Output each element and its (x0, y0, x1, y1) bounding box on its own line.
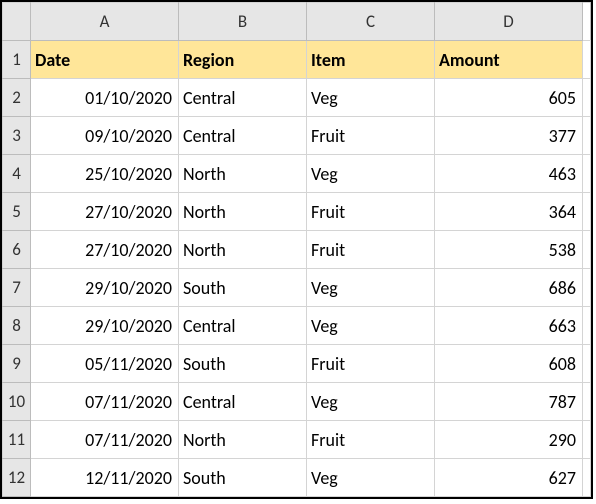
cell-item[interactable]: Veg (307, 155, 435, 193)
cell-amount[interactable]: 290 (435, 421, 583, 459)
cell-item[interactable]: Fruit (307, 193, 435, 231)
cell-amount[interactable]: 538 (435, 231, 583, 269)
table-row: 7 29/10/2020 South Veg 686 (3, 269, 591, 307)
table-row: 12 12/11/2020 South Veg 627 (3, 459, 591, 497)
header-cell-region[interactable]: Region (179, 41, 307, 79)
row-header[interactable]: 6 (3, 231, 31, 269)
cell-amount[interactable]: 686 (435, 269, 583, 307)
table-row: 6 27/10/2020 North Fruit 538 (3, 231, 591, 269)
row-header[interactable]: 7 (3, 269, 31, 307)
cell-date[interactable]: 05/11/2020 (31, 345, 179, 383)
cell-region[interactable]: Central (179, 79, 307, 117)
cell-edge (583, 459, 591, 497)
cell-region[interactable]: North (179, 421, 307, 459)
cell-date[interactable]: 27/10/2020 (31, 193, 179, 231)
cell-edge (583, 383, 591, 421)
cell-date[interactable]: 27/10/2020 (31, 231, 179, 269)
cell-edge (583, 79, 591, 117)
table-row: 8 29/10/2020 Central Veg 663 (3, 307, 591, 345)
cell-edge (583, 41, 591, 79)
cell-amount[interactable]: 663 (435, 307, 583, 345)
header-cell-date[interactable]: Date (31, 41, 179, 79)
cell-region[interactable]: South (179, 269, 307, 307)
column-header-b[interactable]: B (179, 3, 307, 41)
cell-date[interactable]: 09/10/2020 (31, 117, 179, 155)
cell-region[interactable]: North (179, 193, 307, 231)
cell-amount[interactable]: 787 (435, 383, 583, 421)
cell-item[interactable]: Veg (307, 459, 435, 497)
table-row: 10 07/11/2020 Central Veg 787 (3, 383, 591, 421)
cell-edge (583, 155, 591, 193)
table-row: 9 05/11/2020 South Fruit 608 (3, 345, 591, 383)
row-header[interactable]: 4 (3, 155, 31, 193)
header-cell-item[interactable]: Item (307, 41, 435, 79)
row-header[interactable]: 11 (3, 421, 31, 459)
column-edge (583, 3, 591, 41)
cell-edge (583, 117, 591, 155)
cell-edge (583, 421, 591, 459)
row-header[interactable]: 8 (3, 307, 31, 345)
cell-edge (583, 269, 591, 307)
cell-region[interactable]: North (179, 155, 307, 193)
cell-edge (583, 193, 591, 231)
cell-item[interactable]: Veg (307, 79, 435, 117)
table-row: 11 07/11/2020 North Fruit 290 (3, 421, 591, 459)
column-header-d[interactable]: D (435, 3, 583, 41)
table-row: 3 09/10/2020 Central Fruit 377 (3, 117, 591, 155)
cell-item[interactable]: Fruit (307, 345, 435, 383)
cell-region[interactable]: Central (179, 117, 307, 155)
cell-item[interactable]: Veg (307, 307, 435, 345)
cell-item[interactable]: Fruit (307, 421, 435, 459)
cell-region[interactable]: South (179, 459, 307, 497)
column-header-a[interactable]: A (31, 3, 179, 41)
cell-edge (583, 231, 591, 269)
cell-date[interactable]: 29/10/2020 (31, 269, 179, 307)
cell-region[interactable]: South (179, 345, 307, 383)
cell-edge (583, 307, 591, 345)
cell-region[interactable]: Central (179, 307, 307, 345)
cell-amount[interactable]: 377 (435, 117, 583, 155)
row-header[interactable]: 12 (3, 459, 31, 497)
select-all-corner[interactable] (3, 3, 31, 41)
table-row: 1 Date Region Item Amount (3, 41, 591, 79)
cell-item[interactable]: Veg (307, 383, 435, 421)
row-header[interactable]: 3 (3, 117, 31, 155)
row-header[interactable]: 10 (3, 383, 31, 421)
row-header[interactable]: 2 (3, 79, 31, 117)
cell-date[interactable]: 29/10/2020 (31, 307, 179, 345)
cell-amount[interactable]: 605 (435, 79, 583, 117)
spreadsheet-grid[interactable]: A B C D 1 Date Region Item Amount 2 01/1… (0, 0, 593, 499)
cell-date[interactable]: 07/11/2020 (31, 421, 179, 459)
cell-edge (583, 345, 591, 383)
cell-item[interactable]: Veg (307, 269, 435, 307)
table-row: 5 27/10/2020 North Fruit 364 (3, 193, 591, 231)
row-header[interactable]: 9 (3, 345, 31, 383)
row-header[interactable]: 1 (3, 41, 31, 79)
cell-item[interactable]: Fruit (307, 117, 435, 155)
cell-region[interactable]: North (179, 231, 307, 269)
column-header-c[interactable]: C (307, 3, 435, 41)
cell-date[interactable]: 12/11/2020 (31, 459, 179, 497)
table-row: 2 01/10/2020 Central Veg 605 (3, 79, 591, 117)
cell-amount[interactable]: 608 (435, 345, 583, 383)
cell-date[interactable]: 07/11/2020 (31, 383, 179, 421)
header-cell-amount[interactable]: Amount (435, 41, 583, 79)
cell-amount[interactable]: 364 (435, 193, 583, 231)
table-row: 4 25/10/2020 North Veg 463 (3, 155, 591, 193)
cell-amount[interactable]: 627 (435, 459, 583, 497)
cell-date[interactable]: 25/10/2020 (31, 155, 179, 193)
cell-region[interactable]: Central (179, 383, 307, 421)
row-header[interactable]: 5 (3, 193, 31, 231)
cell-item[interactable]: Fruit (307, 231, 435, 269)
cell-date[interactable]: 01/10/2020 (31, 79, 179, 117)
cell-amount[interactable]: 463 (435, 155, 583, 193)
